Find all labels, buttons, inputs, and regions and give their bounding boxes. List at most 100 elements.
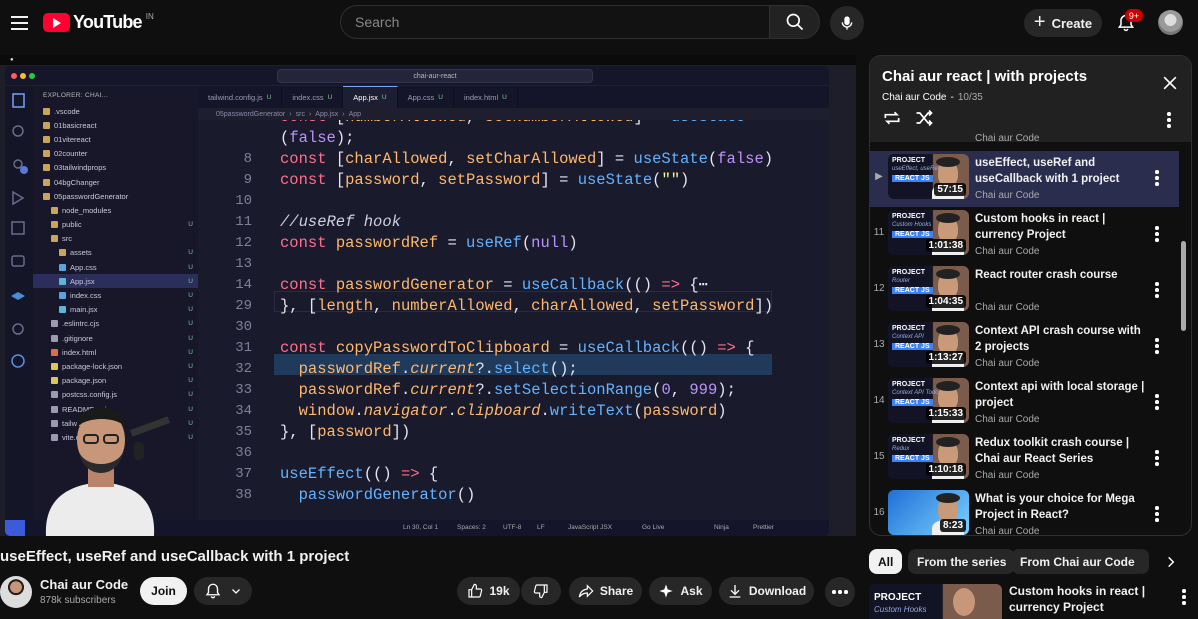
chip-from-series[interactable]: From the series <box>908 549 1016 574</box>
remote-indicator-icon[interactable] <box>5 520 25 536</box>
playlist-more-icon[interactable] <box>1164 110 1174 130</box>
playlist-item[interactable]: 13 PROJECT Context API REACT JS 1:13:27 Conte… <box>870 319 1179 375</box>
playlist-item-more-icon[interactable] <box>1153 449 1161 467</box>
file-tree-item[interactable]: App.jsx U <box>33 274 198 289</box>
recommendation-more-icon[interactable] <box>1180 588 1188 606</box>
chevron-right-icon[interactable] <box>1158 549 1183 574</box>
chip-from-channel[interactable]: From Chai aur Code <box>1011 549 1144 574</box>
file-tree-item[interactable]: App.css U <box>33 260 198 274</box>
playlist-item-title[interactable]: Redux toolkit crash course | Chai aur Re… <box>975 435 1147 467</box>
youtube-logo[interactable]: YouTube IN <box>43 12 154 33</box>
editor-tab[interactable]: App.jsx U <box>343 86 398 108</box>
breadcrumb-item[interactable]: App <box>349 111 361 118</box>
playlist-item-more-icon[interactable] <box>1153 337 1161 355</box>
status-prettier[interactable]: Prettier <box>753 524 774 531</box>
playlist-channel[interactable]: Chai aur Code <box>882 92 946 103</box>
status-language[interactable]: JavaScript JSX <box>568 524 612 531</box>
file-tree-item[interactable]: public U <box>33 218 198 232</box>
file-tree-item[interactable]: .gitignore U <box>33 331 198 345</box>
file-tree-item[interactable]: index.html U <box>33 345 198 359</box>
file-tree-item[interactable]: package-lock.json U <box>33 359 198 373</box>
playlist-item[interactable]: ▶ PROJECT useEffect, useRef REACT JS 57:15 us… <box>870 151 1179 207</box>
search-input[interactable] <box>355 14 756 30</box>
voice-search-button[interactable] <box>830 6 864 40</box>
playlist-item-title[interactable]: useEffect, useRef and useCallback with 1… <box>975 155 1147 187</box>
file-tree-item[interactable]: package.json U <box>33 374 198 388</box>
playlist-item-more-icon[interactable] <box>1153 281 1161 299</box>
breadcrumb-item[interactable]: src <box>296 111 305 118</box>
file-tree-item[interactable]: assets U <box>33 246 198 260</box>
code-editor[interactable]: 7const [numberAllowed, setNumberAllowed]… <box>198 120 829 520</box>
playlist-item[interactable]: 12 PROJECT Router REACT JS 1:04:35 React rout… <box>870 263 1179 319</box>
status-encoding[interactable]: UTF-8 <box>503 524 521 531</box>
ask-button[interactable]: Ask <box>649 577 712 605</box>
recommendation-thumbnail[interactable]: PROJECT Custom Hooks <box>869 584 1002 619</box>
breadcrumb-item[interactable]: App.jsx <box>315 111 338 118</box>
dislike-button[interactable] <box>521 577 561 605</box>
more-actions-icon[interactable] <box>825 577 855 607</box>
playlist-item[interactable]: 15 PROJECT Redux REACT JS 1:10:18 Redux toolk… <box>870 431 1179 487</box>
channel-avatar[interactable] <box>0 576 32 608</box>
status-position[interactable]: Ln 30, Col 1 <box>403 524 438 531</box>
like-button[interactable]: 19k <box>457 577 520 605</box>
status-spaces[interactable]: Spaces: 2 <box>457 524 486 531</box>
playlist-item-title[interactable]: What is your choice for Mega Project in … <box>975 491 1147 523</box>
channel-name[interactable]: Chai aur Code <box>40 577 128 592</box>
playlist-item-more-icon[interactable] <box>1153 505 1161 523</box>
file-tree-item[interactable]: 04bgChanger <box>33 175 198 189</box>
editor-tab[interactable]: index.html U <box>454 86 518 108</box>
file-tree-item[interactable]: 02counter <box>33 147 198 161</box>
join-button[interactable]: Join <box>140 577 187 605</box>
chip-all[interactable]: All <box>869 549 903 574</box>
playlist-item[interactable]: 16 8:23 What is your choice for Mega Proje… <box>870 487 1179 535</box>
playlist-item-thumbnail[interactable]: PROJECT Context API REACT JS 1:13:27 <box>888 322 969 367</box>
share-button[interactable]: Share <box>569 577 642 605</box>
playlist-item-thumbnail[interactable]: PROJECT Router REACT JS 1:04:35 <box>888 266 969 311</box>
file-tree-item[interactable]: 05passwordGenerator <box>33 189 198 203</box>
playlist-item-thumbnail[interactable]: PROJECT Context API Todo REACT JS 1:15:33 <box>888 378 969 423</box>
playlist-item-more-icon[interactable] <box>1153 393 1161 411</box>
editor-tab[interactable]: App.css U <box>398 86 454 108</box>
playlist-item-more-icon[interactable] <box>1153 169 1161 187</box>
close-icon[interactable] <box>1160 73 1180 93</box>
playlist-item-thumbnail[interactable]: PROJECT useEffect, useRef REACT JS 57:15 <box>888 154 969 199</box>
playlist-item[interactable]: 14 PROJECT Context API Todo REACT JS 1:15:33… <box>870 375 1179 431</box>
editor-tab[interactable]: tailwind.config.js U <box>198 86 283 108</box>
search-button[interactable] <box>769 5 820 39</box>
recommendation-title[interactable]: Custom hooks in react | currency Project <box>1009 583 1159 615</box>
subscribed-notifications-button[interactable] <box>194 577 252 605</box>
file-tree-item[interactable]: .eslintrc.cjs U <box>33 317 198 331</box>
file-tree-item[interactable]: node_modules <box>33 203 198 217</box>
playlist-item-thumbnail[interactable]: PROJECT Custom Hooks REACT JS 1:01:38 <box>888 210 969 255</box>
file-tree-item[interactable]: src <box>33 232 198 246</box>
editor-tab[interactable]: index.css U <box>282 86 344 108</box>
hamburger-menu-icon[interactable] <box>4 8 34 38</box>
playlist-title[interactable]: Chai aur react | with projects <box>882 68 1087 85</box>
status-golive[interactable]: Go Live <box>642 524 664 531</box>
file-tree-item[interactable]: index.css U <box>33 288 198 302</box>
status-ninja[interactable]: Ninja <box>714 524 729 531</box>
account-avatar[interactable] <box>1158 10 1183 35</box>
playlist-item-title[interactable]: React router crash course <box>975 267 1147 283</box>
file-tree-item[interactable]: .vscode <box>33 104 198 118</box>
playlist-item-more-icon[interactable] <box>1153 225 1161 243</box>
download-button[interactable]: Download <box>719 577 814 605</box>
loop-icon[interactable] <box>882 108 902 128</box>
playlist-item-title[interactable]: Custom hooks in react | currency Project <box>975 211 1147 243</box>
playlist-item[interactable]: 11 PROJECT Custom Hooks REACT JS 1:01:38 Cust… <box>870 207 1179 263</box>
video-player[interactable]: ● chai-aur-react EXPLORER: CHAI... .vsco… <box>0 55 856 536</box>
status-eol[interactable]: LF <box>537 524 545 531</box>
file-tree-item[interactable]: 03tailwindprops <box>33 161 198 175</box>
create-button[interactable]: + Create <box>1024 9 1102 37</box>
playlist-item-title[interactable]: Context API crash course with 2 projects <box>975 323 1147 355</box>
playlist-item-title[interactable]: Context api with local storage | project <box>975 379 1147 411</box>
playlist-item-thumbnail[interactable]: 8:23 <box>888 490 969 535</box>
playlist-item-thumbnail[interactable]: PROJECT Redux REACT JS 1:10:18 <box>888 434 969 479</box>
file-tree-item[interactable]: 01basicreact <box>33 118 198 132</box>
breadcrumb-item[interactable]: 05passwordGenerator <box>216 111 285 118</box>
playlist-scrollbar[interactable] <box>1181 241 1186 331</box>
file-tree-item[interactable]: main.jsx U <box>33 303 198 317</box>
shuffle-icon[interactable] <box>914 108 934 128</box>
file-tree-item[interactable]: 01vitereact <box>33 132 198 146</box>
chip-overflow[interactable] <box>1135 549 1149 574</box>
